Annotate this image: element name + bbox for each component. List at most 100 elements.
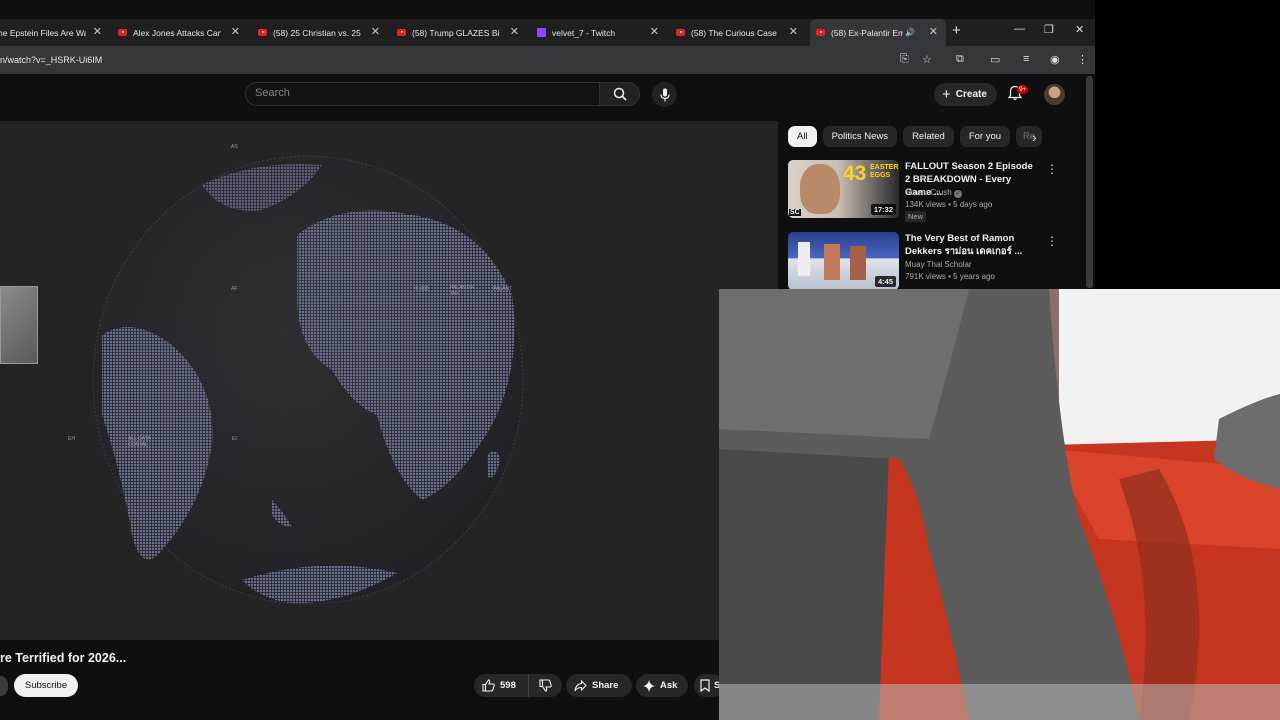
- speaker-icon[interactable]: 🔊: [905, 28, 915, 37]
- youtube-icon: [118, 29, 127, 36]
- dislike-button[interactable]: [529, 679, 562, 692]
- url-text[interactable]: n/watch?v=_HSRK-Ui6IM: [0, 55, 102, 65]
- recommendation-item[interactable]: 43 EASTER EGGS SC 17:32 FALLOUT Season 2…: [788, 160, 1078, 222]
- create-button[interactable]: + Create: [934, 83, 997, 106]
- more-actions-icon[interactable]: ⋮: [1046, 234, 1058, 248]
- tab-label: Alex Jones Attacks Candace: [133, 27, 221, 38]
- thumbnail-fighter: [824, 244, 840, 280]
- chip-all[interactable]: All: [788, 126, 817, 147]
- voice-search-button[interactable]: [652, 82, 677, 107]
- close-tab-icon[interactable]: ✕: [789, 25, 798, 38]
- globe-label: AF: [231, 286, 238, 292]
- like-button[interactable]: 598: [474, 674, 529, 697]
- chip-related[interactable]: Related: [903, 126, 954, 147]
- twitch-icon: [537, 28, 546, 37]
- like-dislike-group: 598: [474, 674, 562, 697]
- subscribe-button[interactable]: Subscribe: [14, 674, 78, 697]
- tab-label: (58) Ex-Palantir Employee: [831, 27, 903, 38]
- thumbs-down-icon: [539, 679, 552, 692]
- channel-name-text: ScreenCrush: [905, 188, 952, 197]
- youtube-icon: [816, 29, 825, 36]
- close-tab-icon[interactable]: ✕: [93, 25, 102, 38]
- video-duration: 17:32: [870, 204, 896, 215]
- microphone-icon: [659, 88, 670, 101]
- overlay-thumbnail: [0, 286, 38, 364]
- new-badge: New: [905, 211, 927, 222]
- close-tab-icon[interactable]: ✕: [231, 25, 240, 38]
- thumbnail-referee: [798, 242, 810, 276]
- channel-avatar[interactable]: [0, 676, 8, 696]
- tab-strip: he Epstein Files Are Way ✕ Alex Jones At…: [0, 19, 1095, 46]
- minimize-icon[interactable]: —: [1014, 23, 1025, 35]
- thumbnail-fighter: [850, 246, 866, 280]
- notification-count-badge: 9+: [1017, 85, 1029, 94]
- like-count: 598: [500, 680, 516, 691]
- close-tab-icon[interactable]: ✕: [510, 25, 519, 38]
- youtube-icon: [258, 29, 267, 36]
- tab-epstein[interactable]: he Epstein Files Are Way ✕: [0, 19, 110, 46]
- extensions-icon[interactable]: ⧉: [956, 53, 964, 66]
- search-input[interactable]: [255, 87, 585, 99]
- recommendation-item[interactable]: 4:45 The Very Best of Ramon Dekkers ราม่…: [788, 232, 1078, 290]
- globe-label: IN+: [451, 291, 459, 297]
- video-title[interactable]: The Very Best of Ramon Dekkers ราม่อน เด…: [905, 232, 1033, 258]
- plus-icon: +: [942, 86, 951, 103]
- thumbs-up-icon: [482, 679, 495, 692]
- tab-label: he Epstein Files Are Way: [0, 27, 86, 38]
- tab-christian-atheists[interactable]: (58) 25 Christian vs. 25 Atheists ✕: [258, 19, 388, 46]
- globe-label: EI: [232, 436, 237, 442]
- globe-label: AS: [231, 144, 238, 150]
- close-tab-icon[interactable]: ✕: [371, 25, 380, 38]
- profile-icon[interactable]: ◉: [1050, 53, 1060, 66]
- video-thumbnail[interactable]: 43 EASTER EGGS SC 17:32: [788, 160, 899, 218]
- restore-icon[interactable]: ❐: [1044, 23, 1054, 36]
- tab-label: (58) 25 Christian vs. 25 Atheists: [273, 27, 361, 38]
- youtube-icon: [397, 29, 406, 36]
- verified-icon: ✓: [953, 190, 962, 198]
- tab-curious-case[interactable]: (58) The Curious Case of B ✕: [676, 19, 806, 46]
- menu-kebab-icon[interactable]: ⋮: [1077, 53, 1088, 66]
- ask-button[interactable]: Ask: [636, 674, 688, 697]
- more-actions-icon[interactable]: ⋮: [1046, 162, 1058, 176]
- chevron-right-icon[interactable]: ›: [1032, 129, 1037, 145]
- globe-label: © 202: [415, 286, 429, 292]
- bookmark-icon: [700, 679, 710, 692]
- tab-ex-palantir[interactable]: (58) Ex-Palantir Employee 🔊 ✕: [810, 19, 946, 46]
- search-box: [245, 82, 600, 106]
- chip-for-you[interactable]: For you: [959, 126, 1011, 147]
- globe-label: PALANT: [493, 286, 513, 292]
- media-control-icon[interactable]: ≡: [1023, 53, 1029, 65]
- close-tab-icon[interactable]: ✕: [929, 25, 938, 38]
- channel-name[interactable]: Muay Thai Scholar: [905, 260, 972, 269]
- globe-label: CONTAL: [128, 442, 148, 448]
- close-tab-icon[interactable]: ✕: [650, 25, 659, 38]
- close-window-icon[interactable]: ✕: [1075, 23, 1084, 36]
- globe-graphic: [92, 155, 524, 605]
- youtube-masthead: + Create 9+: [0, 74, 1095, 120]
- share-arrow-icon: [574, 679, 587, 691]
- install-app-icon[interactable]: ⎘: [900, 53, 909, 66]
- bookmark-star-icon[interactable]: ☆: [922, 53, 932, 66]
- tab-label: (58) The Curious Case of B: [691, 27, 779, 38]
- chip-politics-news[interactable]: Politics News: [822, 126, 898, 147]
- tab-alex-jones[interactable]: Alex Jones Attacks Candace ✕: [118, 19, 248, 46]
- address-bar: n/watch?v=_HSRK-Ui6IM ⎘ ☆ ⧉ ▭ ≡ ◉ ⋮: [0, 46, 1095, 74]
- tab-twitch[interactable]: velvet_7 - Twitch ✕: [537, 19, 667, 46]
- channel-name[interactable]: ScreenCrush ✓: [905, 188, 962, 198]
- share-button[interactable]: Share: [566, 674, 632, 697]
- ask-label: Ask: [660, 680, 678, 691]
- video-title: re Terrified for 2026...: [0, 651, 127, 665]
- thumbnail-caption: EASTER EGGS: [870, 164, 899, 179]
- chip-recently-uploaded[interactable]: Re: [1016, 126, 1043, 147]
- new-tab-icon[interactable]: +: [952, 22, 961, 39]
- video-meta: 791K views • 5 years ago: [905, 272, 995, 281]
- tab-label: (58) Trump GLAZES Bibi At: [412, 27, 500, 38]
- search-button[interactable]: [599, 82, 640, 106]
- tab-trump-bibi[interactable]: (58) Trump GLAZES Bibi At ✕: [397, 19, 527, 46]
- filter-chips: All Politics News Related For you Re: [788, 126, 1043, 148]
- tab-search-icon[interactable]: ▭: [990, 53, 1000, 66]
- video-thumbnail[interactable]: 4:45: [788, 232, 899, 290]
- search-icon: [613, 87, 627, 101]
- page-scrollbar[interactable]: [1086, 76, 1093, 288]
- account-avatar[interactable]: [1044, 84, 1065, 105]
